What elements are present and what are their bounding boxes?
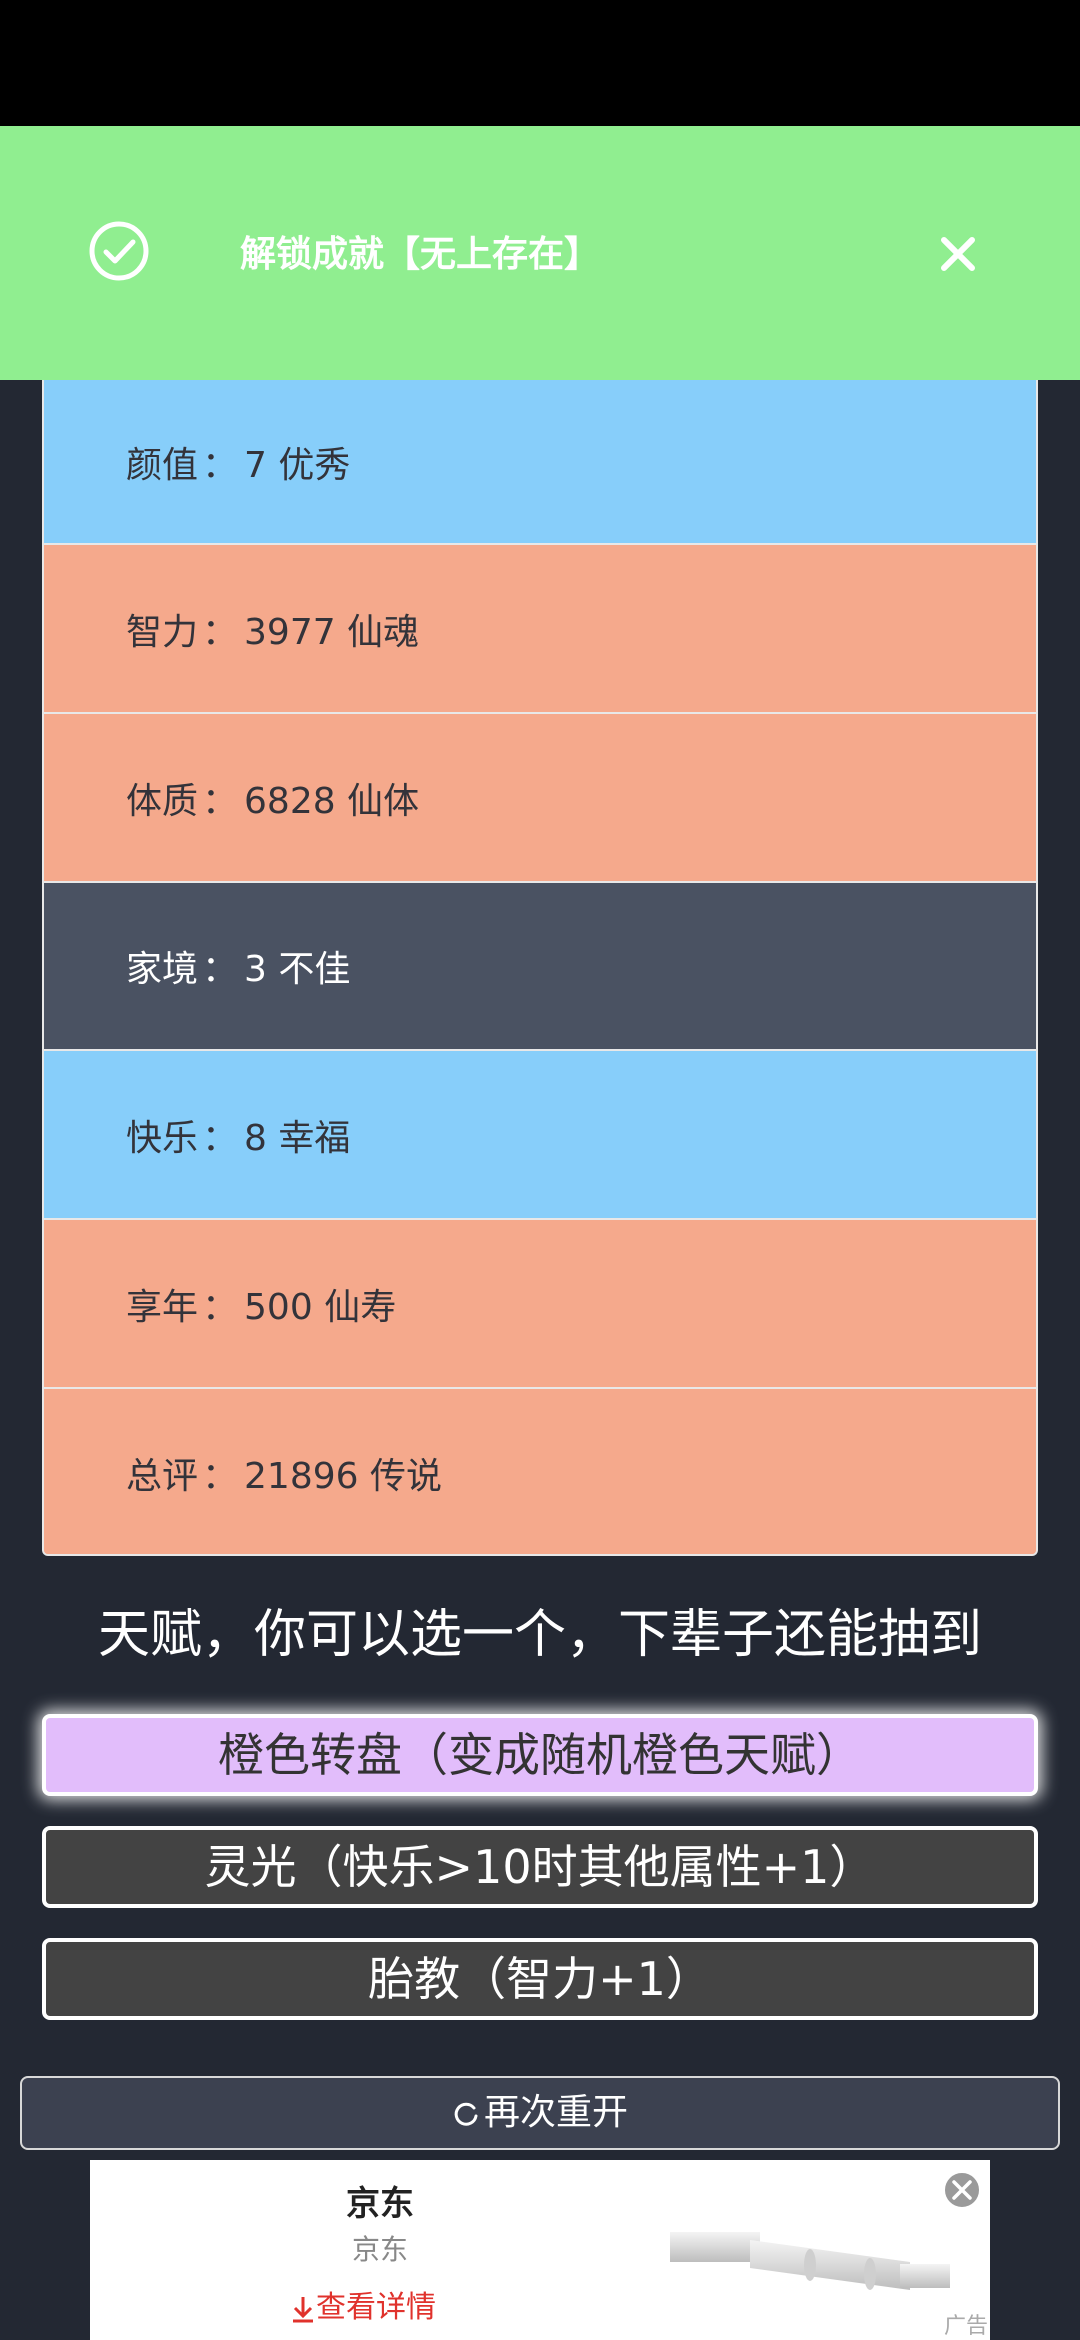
check-circle-icon	[89, 221, 149, 281]
stat-row-family: 家境： 3 不佳	[44, 883, 1036, 1051]
stat-label: 智力	[126, 611, 199, 653]
talent-option-orange-wheel[interactable]: 橙色转盘（变成随机橙色天赋）	[42, 1714, 1038, 1796]
ad-title: 京东	[346, 2184, 414, 2224]
stat-value: 3977 仙魂	[244, 611, 420, 653]
stat-separator: ：	[202, 1117, 239, 1159]
stat-row-happiness: 快乐： 8 幸福	[44, 1051, 1036, 1220]
restart-button[interactable]: 再次重开	[20, 2076, 1060, 2150]
stat-value: 21896 传说	[244, 1455, 442, 1497]
ad-product-image	[670, 2232, 950, 2290]
attribute-summary: 颜值： 7 优秀 智力： 3977 仙魂 体质： 6828 仙体 家境： 3 不佳 快乐…	[42, 380, 1038, 1556]
talent-option-inspiration[interactable]: 灵光（快乐>10时其他属性+1）	[42, 1826, 1038, 1908]
ad-details-link[interactable]: 查看详情	[290, 2282, 436, 2326]
talent-label: 胎教（智力+1）	[368, 1952, 712, 2006]
stat-label: 家境	[126, 949, 199, 990]
stat-separator: ：	[202, 1455, 239, 1497]
stat-label: 总评	[126, 1455, 199, 1497]
stat-row-intelligence: 智力： 3977 仙魂	[44, 545, 1036, 714]
toast-message: 解锁成就【无上存在】	[240, 234, 601, 275]
stat-value: 6828 仙体	[244, 780, 420, 822]
talent-option-prenatal[interactable]: 胎教（智力+1）	[42, 1938, 1038, 2020]
ad-link-label: 查看详情	[316, 2290, 436, 2325]
stat-row-appearance: 颜值： 7 优秀	[44, 380, 1036, 545]
stat-separator: ：	[202, 611, 239, 653]
stat-value: 500 仙寿	[244, 1286, 397, 1328]
download-arrow-icon	[293, 2296, 313, 2322]
status-bar	[0, 0, 1080, 126]
stat-label: 颜值	[126, 444, 199, 486]
stat-separator: ：	[202, 444, 239, 486]
stat-value: 7 优秀	[244, 444, 351, 486]
close-icon[interactable]	[940, 236, 976, 272]
stat-value: 3 不佳	[244, 949, 351, 990]
stat-row-overall: 总评： 21896 传说	[44, 1389, 1036, 1554]
talent-prompt: 天赋，你可以选一个，下辈子还能抽到	[97, 1605, 982, 1665]
talent-label: 橙色转盘（变成随机橙色天赋）	[218, 1728, 862, 1782]
ad-subtitle: 京东	[351, 2233, 408, 2266]
stat-label: 快乐	[126, 1117, 199, 1159]
ad-banner[interactable]: 京东 京东 查看详情 广告	[90, 2160, 990, 2340]
restart-label: 再次重开	[483, 2092, 628, 2133]
stat-separator: ：	[202, 780, 239, 822]
ad-tag: 广告	[944, 2314, 989, 2339]
stat-separator: ：	[202, 1286, 239, 1328]
talent-label: 灵光（快乐>10时其他属性+1）	[204, 1840, 876, 1894]
stat-row-lifespan: 享年： 500 仙寿	[44, 1220, 1036, 1389]
stat-label: 体质	[126, 780, 199, 822]
stat-row-constitution: 体质： 6828 仙体	[44, 714, 1036, 883]
stat-value: 8 幸福	[244, 1117, 351, 1159]
stat-label: 享年	[126, 1286, 199, 1328]
refresh-icon	[454, 2102, 478, 2126]
close-circle-icon[interactable]	[942, 2170, 982, 2210]
stat-separator: ：	[202, 949, 239, 990]
